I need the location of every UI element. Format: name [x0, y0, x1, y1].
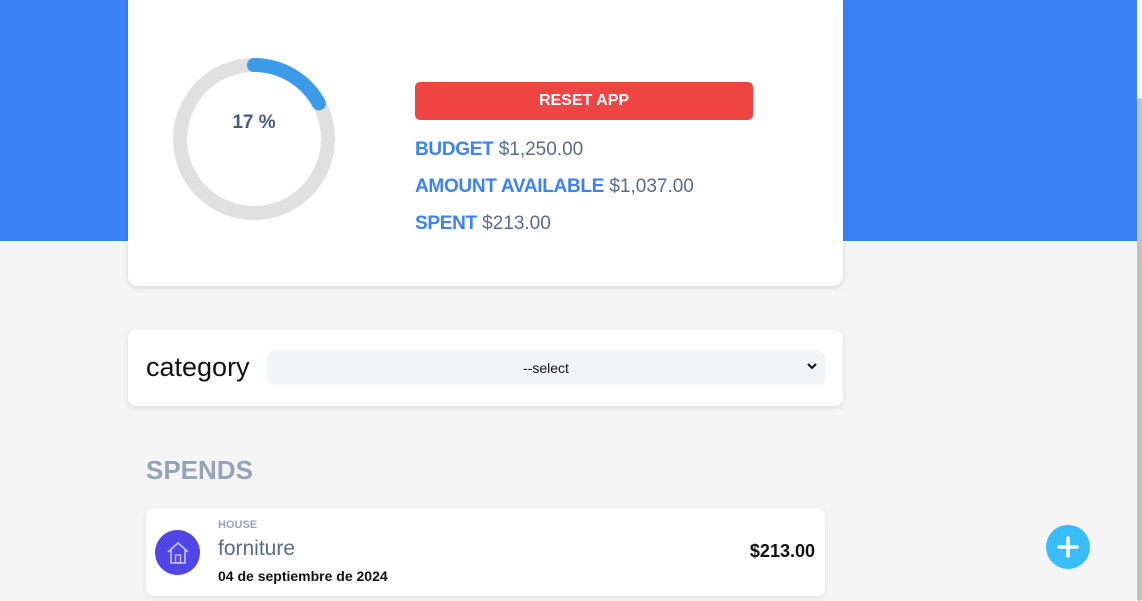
spent-stat: SPENT $213.00: [415, 213, 551, 235]
spend-category: HOUSE: [218, 519, 258, 531]
available-label: AMOUNT AVAILABLE: [415, 176, 605, 197]
add-spend-button[interactable]: [1046, 525, 1090, 569]
budget-label: BUDGET: [415, 139, 494, 160]
spend-list-item[interactable]: HOUSE forniture 04 de septiembre de 2024…: [146, 508, 825, 596]
budget-summary-card: 17 % RESET APP BUDGET $1,250.00 AMOUNT A…: [128, 0, 843, 286]
spent-label: SPENT: [415, 213, 477, 234]
category-filter-label: category: [146, 352, 250, 382]
category-filter-card: category --select: [128, 330, 843, 406]
chevron-down-icon: [807, 363, 817, 370]
reset-app-button[interactable]: RESET APP: [415, 82, 753, 120]
plus-icon: [1057, 536, 1079, 558]
budget-value: $1,250.00: [498, 139, 584, 160]
budget-stat: BUDGET $1,250.00: [415, 139, 583, 161]
spent-value: $213.00: [482, 213, 551, 234]
category-select[interactable]: --select: [267, 350, 825, 385]
spends-title: SPENDS: [146, 455, 253, 485]
available-value: $1,037.00: [609, 176, 694, 197]
house-icon: [166, 541, 189, 564]
spend-date: 04 de septiembre de 2024: [218, 568, 388, 584]
scrollbar-thumb[interactable]: [1137, 98, 1142, 601]
available-stat: AMOUNT AVAILABLE $1,037.00: [415, 176, 694, 198]
spend-amount: $213.00: [749, 541, 815, 561]
spend-category-icon: [155, 530, 200, 575]
spend-name: forniture: [218, 537, 296, 560]
category-select-value: --select: [523, 359, 569, 376]
progress-percentage: 17 %: [232, 112, 276, 133]
